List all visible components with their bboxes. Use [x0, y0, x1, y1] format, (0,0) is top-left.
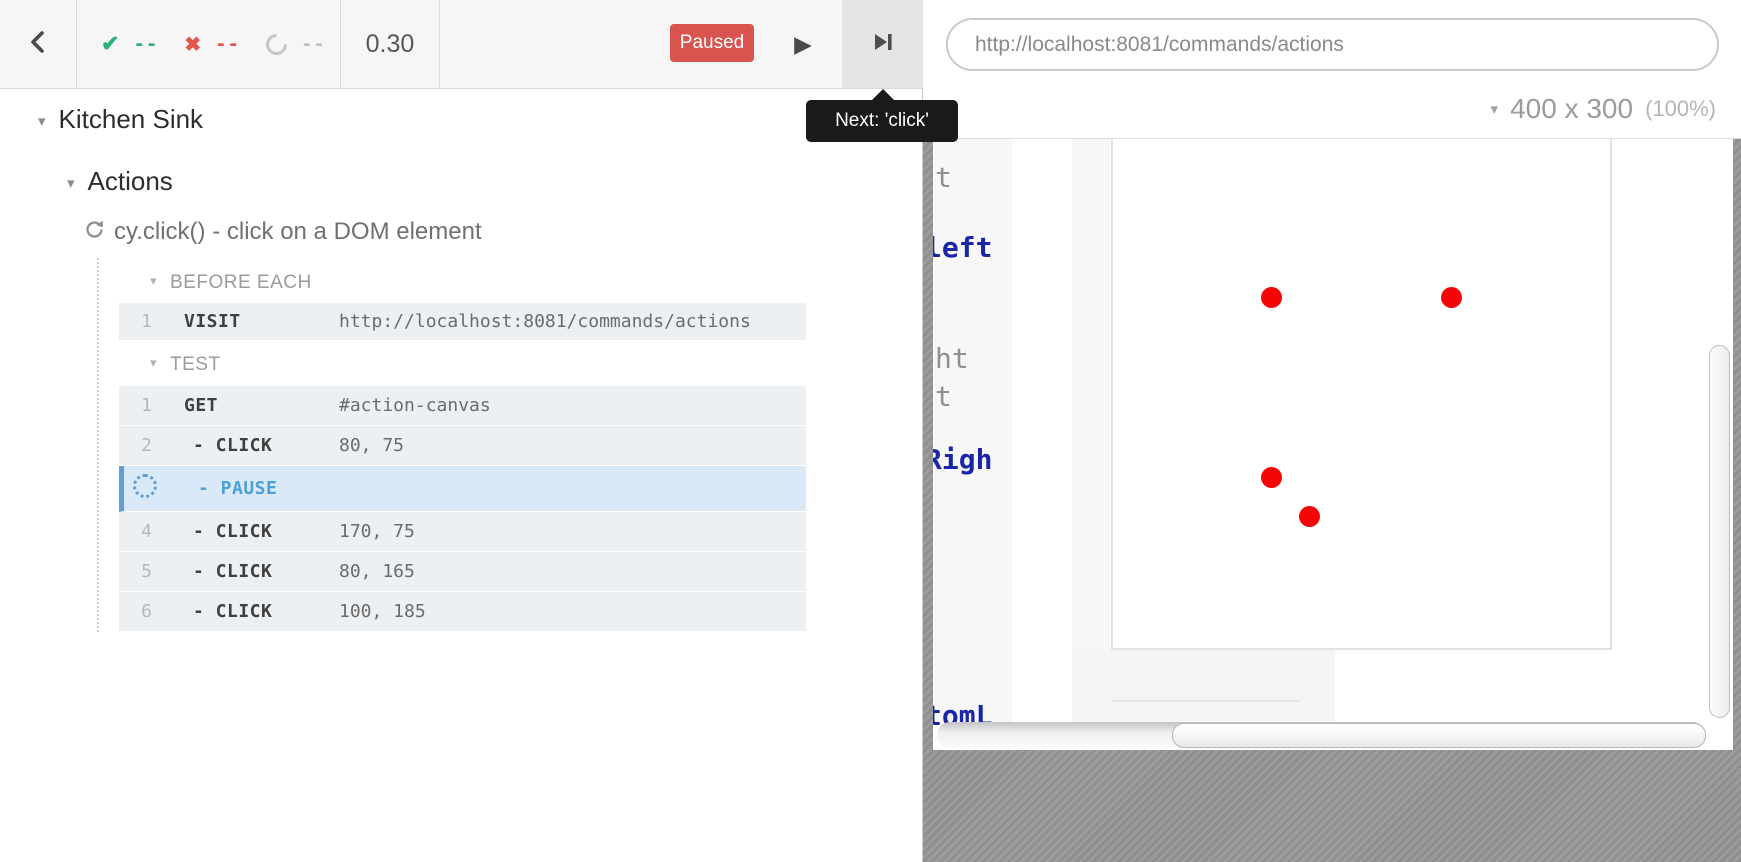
aut-header: http://localhost:8081/commands/actions ▾…	[923, 0, 1741, 139]
before-each-header[interactable]: ▾ BEFORE EACH	[150, 272, 312, 294]
code-fragment: ht	[935, 342, 969, 375]
chevron-down-icon[interactable]: ▾	[150, 273, 157, 289]
aut-panel: http://localhost:8081/commands/actions ▾…	[923, 0, 1741, 862]
command-name: - CLICK	[193, 561, 273, 582]
resume-button[interactable]: ▶	[778, 0, 828, 88]
command-name: - CLICK	[193, 435, 273, 456]
command-number: 1	[141, 311, 152, 332]
horizontal-scrollbar-thumb[interactable]	[1172, 723, 1706, 748]
viewport-size: 400 x 300	[1510, 93, 1634, 124]
code-fragment: t	[935, 161, 952, 194]
action-canvas[interactable]	[1111, 139, 1612, 650]
command-number: 1	[141, 395, 152, 416]
command-name: - CLICK	[193, 601, 273, 622]
refresh-icon	[84, 219, 105, 245]
suite-title[interactable]: Actions	[88, 166, 173, 197]
chevron-down-icon[interactable]: ▾	[38, 112, 46, 130]
command-row-click[interactable]: 2 - CLICK 80, 75	[119, 426, 806, 466]
suite-kitchen-sink[interactable]: ▾ Kitchen Sink	[38, 104, 203, 135]
section-label-text: TEST	[170, 354, 221, 375]
divider-line	[1111, 700, 1299, 702]
viewport-scale: (100%)	[1645, 96, 1716, 121]
command-number: 4	[141, 521, 152, 542]
failed-x-icon: ✖	[184, 33, 202, 56]
command-message: 170, 75	[339, 521, 415, 542]
command-number	[124, 474, 157, 503]
before-each-commands: 1 VISIT http://localhost:8081/commands/a…	[119, 303, 806, 341]
test-duration: 0.30	[340, 0, 440, 88]
command-number: 6	[141, 601, 152, 622]
command-row-click[interactable]: 4 - CLICK 170, 75	[119, 512, 806, 552]
command-message: 80, 165	[339, 561, 415, 582]
chevron-down-icon[interactable]: ▾	[150, 355, 157, 371]
back-button[interactable]	[0, 0, 77, 88]
code-block-mid	[1072, 139, 1110, 648]
command-name: - PAUSE	[198, 478, 278, 499]
command-name: VISIT	[184, 311, 241, 332]
command-message: 100, 185	[339, 601, 426, 622]
command-message: 80, 75	[339, 435, 405, 456]
test-title[interactable]: cy.click() - click on a DOM element	[114, 218, 482, 246]
code-block-left: t left ht t Righ tomL	[933, 139, 1012, 732]
pending-count: --	[300, 33, 326, 55]
passed-count: --	[133, 33, 159, 55]
command-message: #action-canvas	[339, 395, 491, 416]
command-row-click[interactable]: 5 - CLICK 80, 165	[119, 552, 806, 592]
url-bar[interactable]: http://localhost:8081/commands/actions	[946, 18, 1719, 71]
next-step-tooltip: Next: 'click'	[806, 89, 958, 142]
reporter-toolbar: ✔ -- ✖ -- -- 0.30 Paused ▶	[0, 0, 923, 89]
command-row-visit[interactable]: 1 VISIT http://localhost:8081/commands/a…	[119, 303, 806, 341]
test-commands: 1 GET #action-canvas 2 - CLICK 80, 75 - …	[119, 386, 806, 632]
paused-badge: Paused	[670, 24, 754, 62]
click-dot	[1260, 286, 1282, 308]
test-guide-line	[97, 258, 99, 632]
click-dot	[1298, 505, 1320, 527]
command-message: http://localhost:8081/commands/actions	[339, 311, 751, 332]
aut-background: t left ht t Righ tomL	[923, 139, 1741, 862]
command-number: 5	[141, 561, 152, 582]
command-number: 2	[141, 435, 152, 456]
command-name: - CLICK	[193, 521, 273, 542]
code-fragment: Righ	[933, 443, 993, 476]
passed-check-icon: ✔	[101, 31, 120, 56]
code-fragment: t	[935, 380, 952, 413]
code-block-bottom	[1072, 648, 1335, 722]
spinner-icon	[133, 474, 157, 498]
suite-actions[interactable]: ▾ Actions	[67, 166, 173, 197]
reporter-panel: ✔ -- ✖ -- -- 0.30 Paused ▶ ▾ Kitchen Sin…	[0, 0, 923, 862]
url-text: http://localhost:8081/commands/actions	[975, 32, 1344, 56]
command-row-click[interactable]: 6 - CLICK 100, 185	[119, 592, 806, 632]
vertical-scrollbar-thumb[interactable]	[1709, 345, 1730, 718]
step-next-icon	[871, 30, 895, 59]
tooltip-text: Next: 'click'	[835, 110, 929, 131]
test-cy-click[interactable]: cy.click() - click on a DOM element	[84, 218, 482, 246]
chevron-down-icon[interactable]: ▾	[1491, 100, 1499, 118]
click-dot	[1440, 286, 1462, 308]
test-stats: ✔ -- ✖ -- --	[77, 0, 352, 88]
failed-count: --	[215, 33, 240, 55]
suite-title[interactable]: Kitchen Sink	[59, 104, 204, 135]
command-row-get[interactable]: 1 GET #action-canvas	[119, 386, 806, 426]
code-fragment: left	[933, 231, 993, 264]
command-row-pause[interactable]: - PAUSE	[119, 466, 806, 512]
play-icon: ▶	[794, 30, 812, 57]
aut-iframe[interactable]: t left ht t Righ tomL	[933, 139, 1733, 750]
click-dot	[1260, 466, 1282, 488]
pending-circle-icon	[261, 29, 292, 59]
command-name: GET	[184, 395, 219, 416]
step-next-button[interactable]	[842, 0, 923, 88]
viewport-selector[interactable]: ▾ 400 x 300 (100%)	[1491, 92, 1716, 126]
chevron-down-icon[interactable]: ▾	[67, 174, 75, 192]
section-label-text: BEFORE EACH	[170, 272, 312, 293]
chevron-left-icon	[27, 30, 49, 59]
test-body-header[interactable]: ▾ TEST	[150, 354, 221, 376]
